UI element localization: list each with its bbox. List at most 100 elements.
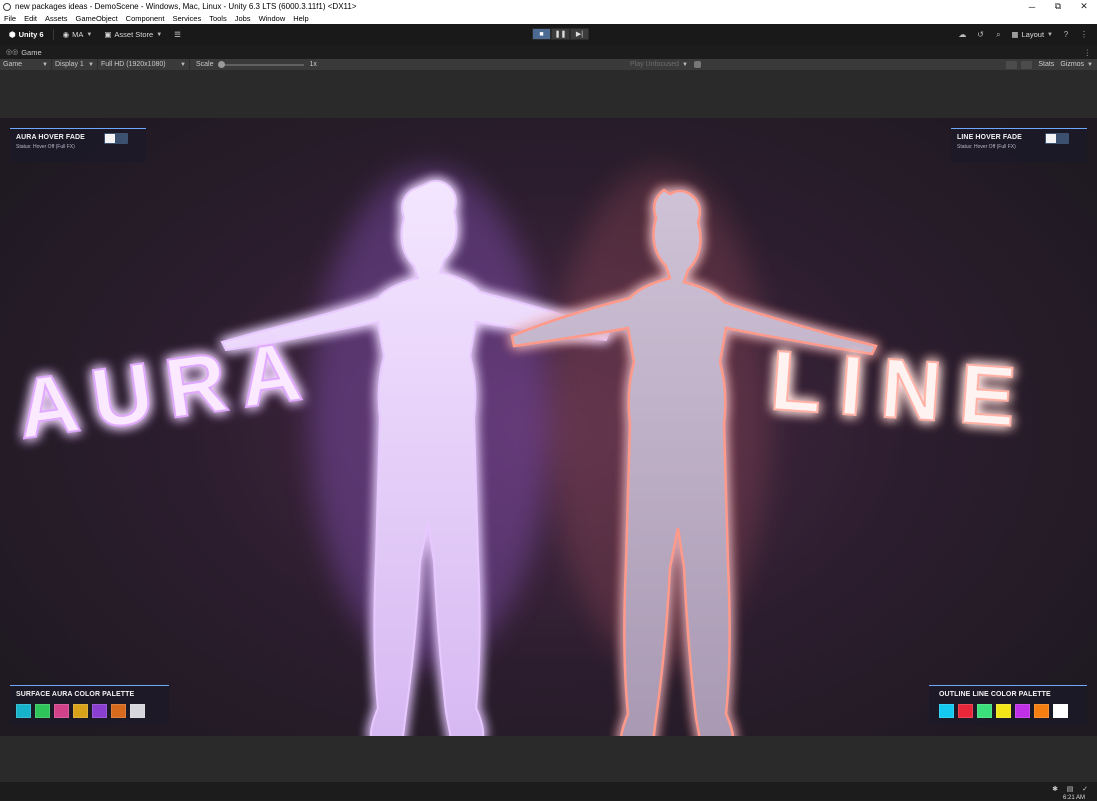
scale-slider-thumb[interactable] xyxy=(217,60,225,68)
play-controls: ■ ❚❚ ▶| xyxy=(532,28,589,40)
resolution-label: Full HD (1920x1080) xyxy=(101,61,166,68)
aura-color-swatch[interactable] xyxy=(16,704,31,718)
resolution-dropdown[interactable]: Full HD (1920x1080) ▼ xyxy=(98,59,190,70)
stats-button[interactable]: Stats xyxy=(1038,61,1054,68)
more-icon[interactable]: ⋮ xyxy=(1075,30,1093,39)
menu-assets[interactable]: Assets xyxy=(45,14,68,23)
layout-dropdown[interactable]: ▦ Layout ▼ xyxy=(1011,30,1053,39)
line-color-swatch[interactable] xyxy=(996,704,1011,718)
account-label: MA xyxy=(72,30,84,39)
view-type-label: Game xyxy=(3,61,23,68)
inbox-icon[interactable]: ▤ xyxy=(1064,785,1076,793)
menu-component[interactable]: Component xyxy=(126,14,165,23)
asset-store-dropdown[interactable]: ▣ Asset Store ▼ xyxy=(101,27,165,42)
chevron-down-icon: ▼ xyxy=(156,31,163,38)
stack-icon: ☰ xyxy=(174,30,181,39)
window-title-bar: new packages ideas - DemoScene - Windows… xyxy=(0,0,1097,13)
minimize-button[interactable]: ─ xyxy=(1019,0,1045,13)
step-button[interactable]: ▶| xyxy=(570,28,589,40)
aura-hover-fade-toggle[interactable] xyxy=(104,133,128,144)
toggle-knob xyxy=(1046,134,1056,143)
chevron-down-icon: ▼ xyxy=(86,31,93,38)
line-color-swatch[interactable] xyxy=(1015,704,1030,718)
menu-services[interactable]: Services xyxy=(172,14,201,23)
aura-color-swatch[interactable] xyxy=(130,704,145,718)
line-color-swatch[interactable] xyxy=(939,704,954,718)
toolbar-divider xyxy=(52,29,54,40)
unity-version-button[interactable]: ⬢ Unity 6 xyxy=(6,27,47,42)
step-icon: ▶| xyxy=(575,31,584,38)
layout-label: Layout xyxy=(1021,30,1045,39)
menu-tools[interactable]: Tools xyxy=(209,14,227,23)
gamepad-icon: ◎◎ xyxy=(6,49,19,56)
line-color-swatch[interactable] xyxy=(977,704,992,718)
display-dropdown[interactable]: Display 1 ▼ xyxy=(52,59,98,70)
search-icon[interactable]: ⌕ xyxy=(989,30,1007,40)
aura-color-swatch[interactable] xyxy=(111,704,126,718)
menu-edit[interactable]: Edit xyxy=(24,14,37,23)
menu-gameobject[interactable]: GameObject xyxy=(76,14,118,23)
close-button[interactable]: ✕ xyxy=(1071,0,1097,13)
line-color-swatch[interactable] xyxy=(958,704,973,718)
toggle-knob xyxy=(105,134,115,143)
menu-bar: File Edit Assets GameObject Component Se… xyxy=(0,13,1097,24)
line-hover-fade-panel: LINE HOVER FADE Status: Hover Off (Full … xyxy=(951,128,1087,162)
game-view-right-controls: Stats Gizmos ▼ xyxy=(1002,59,1093,70)
pause-button[interactable]: ❚❚ xyxy=(551,28,570,40)
menu-window[interactable]: Window xyxy=(259,14,286,23)
surface-aura-swatches xyxy=(16,704,163,718)
menu-file[interactable]: File xyxy=(4,14,16,23)
play-button[interactable]: ■ xyxy=(532,28,551,40)
package-manager-button[interactable]: ☰ xyxy=(171,27,184,42)
view-type-dropdown[interactable]: Game ▼ xyxy=(0,59,52,70)
unity-logo-icon: ⬢ xyxy=(9,30,16,39)
tab-game[interactable]: ◎◎ Game xyxy=(0,48,42,57)
account-icon: ◉ xyxy=(62,30,70,39)
stop-icon: ■ xyxy=(539,30,544,38)
chevron-down-icon: ▼ xyxy=(88,61,94,68)
toolbar-right: ☁ ↺ ⌕ ▦ Layout ▼ ? ⋮ xyxy=(953,27,1093,42)
aura-hover-fade-status: Status: Hover Off (Full FX) xyxy=(16,144,75,150)
chevron-down-icon: ▼ xyxy=(180,61,186,68)
account-dropdown[interactable]: ◉ MA ▼ xyxy=(60,27,96,42)
mute-audio-icon[interactable] xyxy=(694,61,701,68)
asset-store-label: Asset Store xyxy=(114,30,154,39)
aura-color-swatch[interactable] xyxy=(73,704,88,718)
main-toolbar: ⬢ Unity 6 ◉ MA ▼ ▣ Asset Store ▼ ☰ ■ ❚❚ … xyxy=(0,24,1097,45)
check-icon[interactable]: ✓ xyxy=(1079,785,1091,793)
window-title: new packages ideas - DemoScene - Windows… xyxy=(15,2,357,11)
chevron-down-icon[interactable]: ▼ xyxy=(1087,62,1093,68)
cloud-icon[interactable]: ☁ xyxy=(953,30,971,39)
surface-aura-palette-panel: SURFACE AURA COLOR PALETTE xyxy=(10,685,169,725)
aura-word: AURA xyxy=(12,322,321,457)
scale-slider[interactable] xyxy=(217,60,304,68)
menu-jobs[interactable]: Jobs xyxy=(235,14,251,23)
maximize-button[interactable]: ⧉ xyxy=(1045,0,1071,13)
aura-color-swatch[interactable] xyxy=(35,704,50,718)
scene-render: AURA LINE xyxy=(11,168,1038,736)
windows-taskbar: ✱ ▤ ✓ 6:21 AM xyxy=(0,782,1097,801)
aspect-icon[interactable] xyxy=(1021,60,1033,69)
scale-control: Scale 1x xyxy=(196,60,317,68)
game-viewport[interactable]: AURA LINE AURA HOVER FADE Status: Hover … xyxy=(0,118,1097,736)
tab-menu-icon[interactable]: ⋮ xyxy=(1084,48,1092,57)
tab-bar: ◎◎ Game ⋮ xyxy=(0,45,1097,59)
line-word: LINE xyxy=(767,333,1036,445)
gizmos-button[interactable]: Gizmos xyxy=(1060,61,1084,68)
line-color-swatch[interactable] xyxy=(1034,704,1049,718)
bug-icon[interactable]: ✱ xyxy=(1049,785,1061,793)
play-mode-dropdown[interactable]: Play Unfocused ▼ xyxy=(630,59,688,70)
line-color-swatch[interactable] xyxy=(1053,704,1068,718)
menu-help[interactable]: Help xyxy=(293,14,308,23)
history-icon[interactable]: ↺ xyxy=(971,30,989,39)
taskbar-clock[interactable]: 6:21 AM xyxy=(1063,795,1085,801)
chevron-down-icon: ▼ xyxy=(1047,31,1053,38)
vsync-icon[interactable] xyxy=(1006,60,1018,69)
outline-line-palette-panel: OUTLINE LINE COLOR PALETTE xyxy=(929,685,1087,725)
unity-version-label: Unity 6 xyxy=(18,30,44,39)
line-hover-fade-toggle[interactable] xyxy=(1045,133,1069,144)
aura-color-swatch[interactable] xyxy=(92,704,107,718)
aura-color-swatch[interactable] xyxy=(54,704,69,718)
help-icon[interactable]: ? xyxy=(1057,30,1075,39)
chevron-down-icon: ▼ xyxy=(682,61,688,68)
